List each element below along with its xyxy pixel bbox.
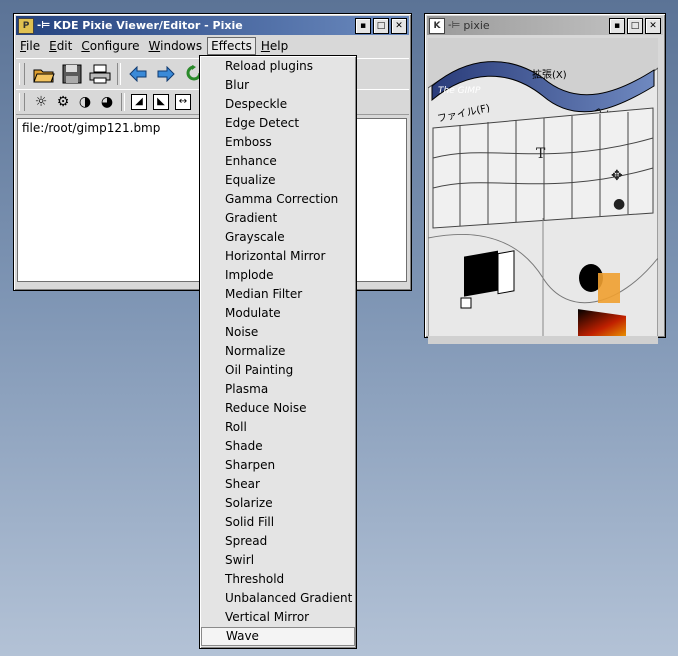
zoom-in-icon[interactable]: ◢ [128,92,150,112]
gimp-menu-ext[interactable]: 拡張(X) [532,68,567,81]
effects-menu-item[interactable]: Normalize [200,342,356,361]
svg-text:●: ● [613,196,625,212]
effects-menu-item[interactable]: Vertical Mirror [200,608,356,627]
effects-menu-item[interactable]: Solid Fill [200,513,356,532]
effects-menu-item[interactable]: Gradient [200,209,356,228]
print-icon[interactable] [86,61,114,87]
effects-menu-item[interactable]: Despeckle [200,95,356,114]
pin-icon[interactable]: -⊨ [448,20,460,31]
effects-menu-item[interactable]: Plasma [200,380,356,399]
menu-windows[interactable]: Windows [145,37,207,55]
effects-menu-item[interactable]: Edge Detect [200,114,356,133]
menu-configure[interactable]: Configure [77,37,143,55]
minimize-button[interactable]: ▪ [609,17,625,34]
effects-menu-item[interactable]: Threshold [200,570,356,589]
effects-menu-item[interactable]: Wave [201,627,355,646]
effects-menu-item[interactable]: Reduce Noise [200,399,356,418]
toolbar-separator [117,63,121,85]
menubar: File Edit Configure Windows Effects Help [16,36,409,56]
toolbar-separator [121,93,125,111]
gimp-window-title: pixie [463,19,490,32]
minimize-button[interactable]: ▪ [355,17,371,34]
maximize-button[interactable]: □ [627,17,643,34]
effects-menu-item[interactable]: Modulate [200,304,356,323]
menu-edit[interactable]: Edit [45,37,76,55]
effects-menu-item[interactable]: Swirl [200,551,356,570]
effects-menu-item[interactable]: Oil Painting [200,361,356,380]
toolbar-grip[interactable] [19,93,25,111]
brightness-icon[interactable]: ☼ [30,92,52,112]
effects-menu-dropdown: Reload plugins Blur Despeckle Edge Detect Em… [199,55,357,649]
gimp-titlebar[interactable]: K -⊨ pixie ▪ □ ✕ [427,16,663,35]
back-arrow-icon[interactable] [124,61,152,87]
effects-menu-item[interactable]: Shade [200,437,356,456]
svg-text:T: T [536,146,546,162]
menu-file[interactable]: File [16,37,44,55]
effects-menu-item[interactable]: Noise [200,323,356,342]
effects-menu-item[interactable]: Reload plugins [200,57,356,76]
kde-k-icon[interactable]: K [429,17,445,34]
save-disk-icon[interactable] [58,61,86,87]
gamma-icon[interactable]: ◕ [96,92,118,112]
darken-icon[interactable]: ⚙ [52,92,74,112]
window-title: KDE Pixie Viewer/Editor - Pixie [53,19,243,32]
close-button[interactable]: ✕ [645,17,661,34]
gimp-toolbox-canvas: The GIMP ファイル(F) 拡張(X) ヘルプ(H) T ✥ ● [427,38,659,348]
effects-menu-item[interactable]: Enhance [200,152,356,171]
effects-menu-item[interactable]: Horizontal Mirror [200,247,356,266]
effects-menu-item[interactable]: Roll [200,418,356,437]
app-icon[interactable]: P [18,17,34,34]
gimp-logo-text: The GIMP [438,86,481,96]
effects-menu-item[interactable]: Blur [200,76,356,95]
gimp-toolbox-graphic: The GIMP ファイル(F) 拡張(X) ヘルプ(H) T ✥ ● [427,61,659,348]
effects-menu-item[interactable]: Gamma Correction [200,190,356,209]
effects-menu-item[interactable]: Emboss [200,133,356,152]
close-button[interactable]: ✕ [391,17,407,34]
open-folder-icon[interactable] [30,61,58,87]
gimp-window: K -⊨ pixie ▪ □ ✕ The GIMP ファイル(F) 拡張(X) … [424,13,666,348]
effects-menu-item[interactable]: Grayscale [200,228,356,247]
file-path-label: file:/root/gimp121.bmp [22,121,161,135]
effects-menu-item[interactable]: Equalize [200,171,356,190]
effects-menu-item[interactable]: Median Filter [200,285,356,304]
pin-icon[interactable]: -⊨ [37,20,50,31]
fit-width-icon[interactable]: ↔ [172,92,194,112]
effects-menu-item[interactable]: Solarize [200,494,356,513]
contrast-icon[interactable]: ◑ [74,92,96,112]
pixie-titlebar[interactable]: P -⊨ KDE Pixie Viewer/Editor - Pixie ▪ □… [16,16,409,35]
zoom-out-icon[interactable]: ◣ [150,92,172,112]
toolbar-grip[interactable] [19,63,25,85]
effects-menu-item[interactable]: Unbalanced Gradient [200,589,356,608]
effects-menu-item[interactable]: Sharpen [200,456,356,475]
effects-menu-item[interactable]: Implode [200,266,356,285]
svg-text:✥: ✥ [611,168,623,184]
effects-menu-item[interactable]: Shear [200,475,356,494]
menu-help[interactable]: Help [257,37,292,55]
forward-arrow-icon[interactable] [152,61,180,87]
menu-effects[interactable]: Effects [207,37,256,55]
maximize-button[interactable]: □ [373,17,389,34]
effects-menu-item[interactable]: Spread [200,532,356,551]
